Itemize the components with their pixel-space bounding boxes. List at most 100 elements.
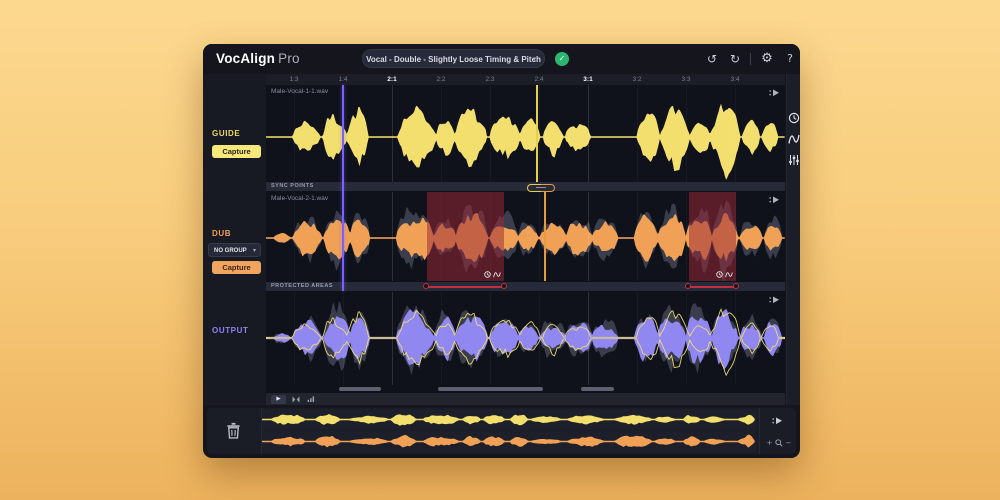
beat-gridline bbox=[735, 292, 736, 385]
brand-name: VocAlign bbox=[216, 51, 276, 66]
zoom-in-button[interactable]: − bbox=[786, 439, 792, 447]
ruler-tick: 1:4 bbox=[338, 76, 348, 83]
metrics-bars-icon[interactable] bbox=[307, 396, 315, 402]
beat-gridline bbox=[392, 292, 393, 385]
review-align-icon[interactable] bbox=[292, 395, 300, 403]
protected-range-handle[interactable] bbox=[501, 283, 507, 289]
zoom-out-button[interactable]: + bbox=[767, 439, 773, 447]
vocalign-window: VocAlign Pro Vocal - Double - Slightly Lo… bbox=[203, 44, 800, 458]
time-mode-icon[interactable] bbox=[788, 112, 800, 124]
dub-track-label: DUB bbox=[212, 229, 232, 238]
beat-gridline bbox=[294, 85, 295, 182]
ruler-tick: 3:3 bbox=[681, 76, 691, 83]
overview-guide-row[interactable] bbox=[262, 409, 756, 430]
beat-gridline bbox=[686, 292, 687, 385]
beat-gridline bbox=[539, 192, 540, 281]
ruler-tick: 2:1 bbox=[387, 76, 397, 83]
timeline-area: 1:3 1:4 2:1 2:2 2:3 2:4 3:1 3:2 3:3 3:4 Male-Voca… bbox=[266, 74, 785, 405]
beat-gridline bbox=[441, 85, 442, 182]
track-option-flag-icon[interactable] bbox=[769, 196, 780, 204]
protected-range-bar[interactable] bbox=[689, 285, 736, 288]
protection-mode-icons bbox=[716, 271, 733, 278]
track-option-flag-icon[interactable] bbox=[769, 296, 780, 304]
track-option-flag-icon[interactable] bbox=[769, 89, 780, 97]
overview-panel: + − bbox=[207, 408, 796, 454]
beat-gridline bbox=[588, 292, 589, 385]
overview-guide-waveform bbox=[262, 414, 755, 426]
overview-flag-icon[interactable] bbox=[772, 417, 783, 425]
playhead-cursor[interactable] bbox=[341, 85, 344, 291]
beat-gridline bbox=[392, 192, 393, 281]
output-track-label: OUTPUT bbox=[212, 326, 249, 335]
beat-gridline bbox=[490, 85, 491, 182]
track-sidebar: GUIDE Capture DUB NO GROUP ▾ Capture OUTP… bbox=[203, 74, 267, 405]
beat-gridline bbox=[686, 85, 687, 182]
settings-sliders-icon[interactable] bbox=[788, 154, 800, 166]
ruler-tick: 2:3 bbox=[485, 76, 495, 83]
trash-icon[interactable] bbox=[226, 422, 241, 439]
dub-capture-button[interactable]: Capture bbox=[212, 261, 261, 274]
protected-range-bar[interactable] bbox=[427, 285, 504, 288]
beat-gridline bbox=[539, 85, 540, 182]
preset-label: Vocal - Double - Slightly Loose Timing &… bbox=[366, 55, 541, 64]
ruler-tick: 3:4 bbox=[730, 76, 740, 83]
beat-gridline bbox=[490, 292, 491, 385]
protected-range-handle[interactable] bbox=[733, 283, 739, 289]
guide-file-name: Male-Vocal-1-1.wav bbox=[271, 88, 329, 95]
beat-gridline bbox=[637, 85, 638, 182]
undo-button[interactable]: ↺ bbox=[703, 44, 721, 74]
beat-gridline bbox=[637, 192, 638, 281]
dub-file-name: Male-Vocal-2-1.wav bbox=[271, 195, 329, 202]
scrollbar-segment[interactable] bbox=[581, 387, 614, 391]
protection-mode-icons bbox=[484, 271, 501, 278]
beat-gridline bbox=[588, 85, 589, 182]
protected-area-region[interactable] bbox=[427, 192, 504, 281]
scrollbar-segment[interactable] bbox=[339, 387, 381, 391]
transport-bar: ▶ bbox=[266, 393, 785, 405]
preset-dropdown[interactable]: Vocal - Double - Slightly Loose Timing &… bbox=[362, 49, 545, 68]
preset-check-icon: ✓ bbox=[555, 52, 569, 66]
beat-gridline bbox=[294, 292, 295, 385]
overview-zoom-control[interactable]: + − bbox=[764, 439, 794, 447]
trash-zone bbox=[207, 408, 262, 454]
sync-points-label: SYNC POINTS bbox=[271, 183, 314, 189]
time-protect-icon bbox=[484, 271, 491, 278]
beat-gridline bbox=[539, 292, 540, 385]
dub-sync-line[interactable] bbox=[544, 192, 546, 281]
beat-gridline bbox=[441, 292, 442, 385]
magnifier-icon bbox=[775, 439, 783, 447]
pitch-protect-icon bbox=[725, 272, 733, 278]
timeline-scrollbar[interactable] bbox=[266, 385, 785, 393]
sync-point-marker[interactable] bbox=[527, 183, 555, 192]
scrollbar-segment[interactable] bbox=[438, 387, 543, 391]
protected-range-handle[interactable] bbox=[685, 283, 691, 289]
desktop-background: VocAlign Pro Vocal - Double - Slightly Lo… bbox=[0, 0, 1000, 500]
overview-dub-row[interactable] bbox=[262, 431, 756, 452]
overview-waveforms[interactable] bbox=[262, 409, 756, 453]
ruler-tick: 1:3 bbox=[289, 76, 299, 83]
time-ruler[interactable]: 1:3 1:4 2:1 2:2 2:3 2:4 3:1 3:2 3:3 3:4 bbox=[266, 74, 785, 85]
beat-gridline bbox=[686, 192, 687, 281]
help-button[interactable]: ? bbox=[781, 44, 799, 74]
chevron-down-icon: ▾ bbox=[532, 55, 536, 63]
pitch-protect-icon bbox=[493, 272, 501, 278]
pitch-mode-icon[interactable] bbox=[788, 133, 800, 145]
beat-gridline bbox=[588, 192, 589, 281]
app-title: VocAlign Pro bbox=[216, 44, 300, 74]
guide-sync-line[interactable] bbox=[536, 85, 538, 182]
protected-range-handle[interactable] bbox=[423, 283, 429, 289]
redo-button[interactable]: ↻ bbox=[726, 44, 744, 74]
settings-gear-icon[interactable]: ⚙ bbox=[758, 44, 776, 74]
time-protect-icon bbox=[716, 271, 723, 278]
beat-gridline bbox=[343, 292, 344, 385]
overview-controls: + − bbox=[759, 408, 797, 454]
output-track[interactable] bbox=[266, 292, 785, 385]
dub-group-select[interactable]: NO GROUP ▾ bbox=[208, 243, 261, 257]
ruler-tick: 2:2 bbox=[436, 76, 446, 83]
beat-gridline bbox=[637, 292, 638, 385]
play-button[interactable]: ▶ bbox=[271, 394, 286, 404]
protected-area-region[interactable] bbox=[689, 192, 736, 281]
guide-capture-button[interactable]: Capture bbox=[212, 145, 261, 158]
beat-gridline bbox=[392, 85, 393, 182]
right-toolbar bbox=[786, 74, 800, 405]
